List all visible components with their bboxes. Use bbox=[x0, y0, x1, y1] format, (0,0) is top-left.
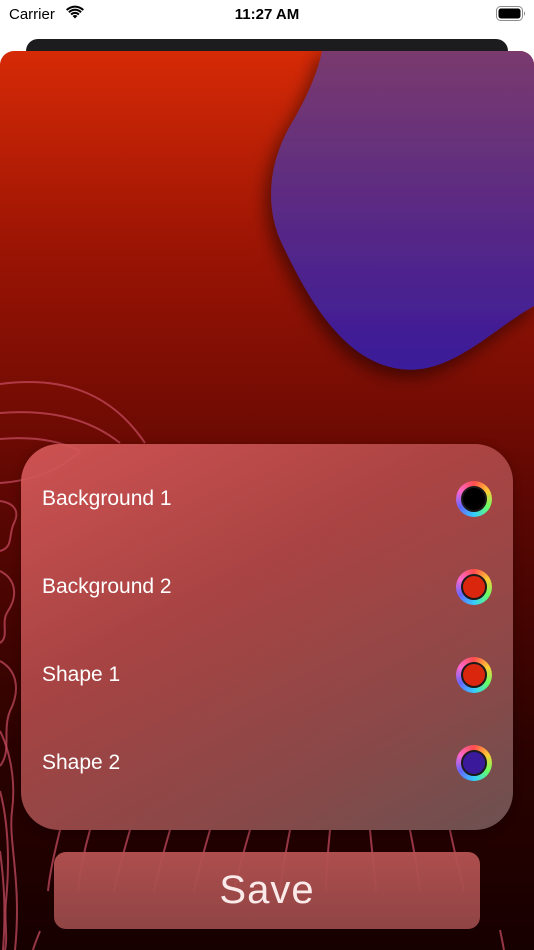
row-background-1: Background 1 bbox=[21, 455, 513, 543]
clock: 11:27 AM bbox=[234, 6, 300, 23]
swatch-fill bbox=[461, 662, 487, 688]
color-well-shape-1[interactable] bbox=[456, 657, 492, 693]
color-well-shape-2[interactable] bbox=[456, 745, 492, 781]
row-shape-1: Shape 1 bbox=[21, 631, 513, 719]
swatch-fill bbox=[461, 486, 487, 512]
swatch-fill bbox=[461, 750, 487, 776]
row-label: Background 2 bbox=[42, 575, 172, 598]
blob-shape bbox=[271, 51, 534, 370]
color-well-background-2[interactable] bbox=[456, 569, 492, 605]
swatch-fill bbox=[461, 574, 487, 600]
row-shape-2: Shape 2 bbox=[21, 719, 513, 807]
battery-icon bbox=[496, 6, 525, 21]
color-settings-panel: Background 1 Background 2 Shape 1 Shape … bbox=[21, 444, 513, 830]
row-label: Shape 1 bbox=[42, 663, 121, 686]
row-label: Background 1 bbox=[42, 487, 172, 510]
save-button[interactable]: Save bbox=[54, 852, 480, 929]
row-background-2: Background 2 bbox=[21, 543, 513, 631]
status-bar: Carrier 11:27 AM bbox=[0, 0, 534, 30]
color-picker-sheet: Background 1 Background 2 Shape 1 Shape … bbox=[0, 51, 534, 950]
row-label: Shape 2 bbox=[42, 751, 121, 774]
color-well-background-1[interactable] bbox=[456, 481, 492, 517]
